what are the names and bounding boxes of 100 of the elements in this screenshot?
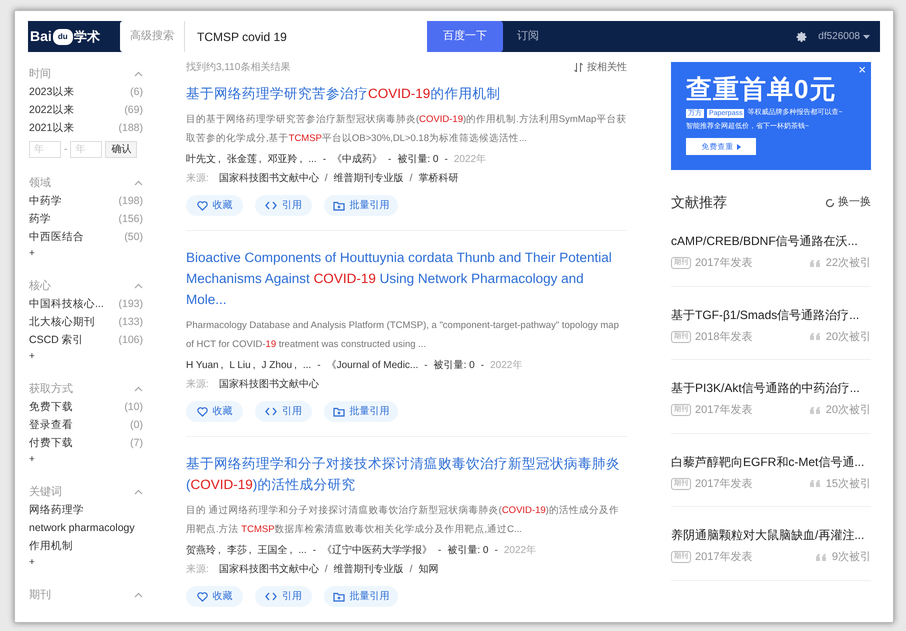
filter-option[interactable]: 2021以来 [29, 121, 74, 137]
filter-count: (10) [124, 400, 143, 416]
author-link[interactable]: 叶先文 [186, 152, 216, 167]
collapse-icon[interactable] [134, 592, 143, 598]
filter-option[interactable]: CSCD 索引 [29, 333, 84, 349]
close-button[interactable]: × [858, 63, 866, 77]
source-link[interactable]: 维普期刊专业版 [334, 171, 404, 186]
filter-option[interactable]: 网络药理学 [29, 503, 84, 519]
collapse-icon[interactable] [134, 71, 143, 77]
filter-option[interactable]: 登录查看 [29, 418, 73, 434]
quote-icon [810, 480, 820, 488]
author-link[interactable]: 邓亚羚 [268, 152, 298, 167]
quote-icon [810, 406, 820, 414]
citation-count: 被引量: 0 [434, 358, 475, 373]
filter-option[interactable]: 药学 [29, 212, 51, 228]
action-button[interactable]: 批量引用 [324, 401, 398, 422]
collapse-icon[interactable] [134, 180, 143, 186]
action-button[interactable]: 引用 [255, 586, 312, 607]
filter-option[interactable]: 付费下载 [29, 436, 73, 452]
recommendation-title[interactable]: 白藜芦醇靶向EGFR和c-Met信号通... [671, 454, 871, 470]
author-link[interactable]: 王国全 [258, 543, 288, 558]
collapse-icon[interactable] [134, 489, 143, 495]
author-link[interactable]: J Zhou [262, 358, 292, 373]
caret-icon[interactable] [863, 34, 870, 38]
collapse-icon[interactable] [134, 283, 143, 289]
author-ellipsis: ... [298, 544, 307, 558]
author-link[interactable]: 张金莲 [226, 152, 257, 167]
citation-count: 被引量: 0 [397, 152, 438, 167]
citation-count: 15次被引 [826, 476, 871, 492]
separator: , [252, 359, 256, 373]
author-link[interactable]: H Yuan [186, 358, 219, 373]
journal-link[interactable]: 《中成药》 [332, 152, 382, 167]
more-toggle[interactable]: + [29, 350, 35, 364]
source-label: 来源: [186, 378, 209, 392]
author-ellipsis: ... [308, 153, 317, 167]
collapse-icon[interactable] [134, 386, 143, 392]
source-link[interactable]: 维普期刊专业版 [334, 562, 404, 577]
filter-count: (50) [124, 230, 143, 246]
source-link[interactable]: 知网 [418, 562, 438, 577]
filter-option[interactable]: 作用机制 [29, 539, 73, 555]
code-icon [265, 592, 277, 601]
source-link[interactable]: 国家科技图书文献中心 [218, 171, 319, 186]
action-button[interactable]: 引用 [255, 401, 312, 422]
recommendation-title[interactable]: 养阴通脑颗粒对大鼠脑缺血/再灌注... [671, 527, 871, 543]
journal-link[interactable]: 《辽宁中医药大学学报》 [322, 543, 432, 558]
author-link[interactable]: 李莎 [226, 543, 247, 558]
result-title[interactable]: Bioactive Components of Houttuynia cordata Thunb and Their Potential Mechanisms Against COVID-19 Using Network Pharmacology and Mole... [186, 247, 627, 310]
publish-date: 2017年发表 [695, 476, 752, 492]
source-link[interactable]: 国家科技图书文献中心 [218, 377, 319, 392]
separator: , [258, 153, 262, 167]
action-button[interactable]: 批量引用 [324, 586, 398, 607]
settings-icon[interactable] [796, 30, 808, 42]
separator: / [324, 563, 328, 577]
search-button[interactable]: 百度一下 [427, 21, 503, 52]
action-button[interactable]: 收藏 [186, 401, 243, 422]
recommendation-title[interactable]: 基于TGF-β1/Smads信号通路治疗... [671, 306, 871, 322]
logo[interactable]: Bai du 学术 [28, 26, 120, 47]
source-link[interactable]: 国家科技图书文献中心 [218, 562, 319, 577]
more-toggle[interactable]: + [29, 556, 35, 570]
source-link[interactable]: 掌桥科研 [418, 171, 458, 186]
filter-count: (193) [118, 297, 143, 312]
separator: - [317, 359, 321, 373]
action-button[interactable]: 引用 [255, 195, 312, 216]
result-title[interactable]: 基于网络药理学和分子对接技术探讨清瘟败毒饮治疗新型冠状病毒肺炎(COVID-19)的活性成分研究 [186, 453, 627, 495]
heart-icon [196, 592, 208, 602]
recommendation-title[interactable]: cAMP/CREB/BDNF信号通路在沃... [671, 233, 871, 249]
author-link[interactable]: L Liu [229, 358, 251, 373]
journal-link[interactable]: 《Journal of Medic... [326, 358, 418, 373]
action-button[interactable]: 批量引用 [324, 195, 398, 216]
filter-option[interactable]: 中西医结合 [29, 230, 84, 246]
filter-heading: 核心 [29, 278, 51, 294]
filter-option[interactable]: 免费下载 [29, 400, 73, 416]
more-toggle[interactable]: + [29, 247, 35, 261]
author-link[interactable]: 贺燕玲 [186, 543, 216, 558]
subscribe-link[interactable]: 订阅 [517, 28, 539, 45]
code-icon [265, 201, 277, 210]
filter-option[interactable]: 2022以来 [29, 103, 74, 119]
filter-option[interactable]: network pharmacology [29, 521, 135, 537]
result-title[interactable]: 基于网络药理学研究苦参治疗COVID-19的作用机制 [186, 83, 627, 104]
quote-icon [810, 333, 820, 340]
filter-option[interactable]: 2023以来 [29, 85, 74, 101]
action-button[interactable]: 收藏 [186, 195, 243, 216]
filter-option[interactable]: 中药学 [29, 194, 62, 210]
search-field[interactable]: TCMSP covid 19 [184, 21, 427, 52]
folder-icon [332, 200, 344, 210]
sort-toggle[interactable]: 按相关性 [587, 60, 627, 75]
more-toggle[interactable]: + [29, 453, 35, 467]
author-ellipsis: ... [302, 359, 312, 373]
recommendation-title[interactable]: 基于PI3K/Akt信号通路的中药治疗... [671, 380, 871, 396]
citation-count: 20次被引 [826, 330, 871, 344]
username-menu[interactable]: df526008 [818, 29, 860, 44]
result-snippet: Pharmacology Database and Analysis Platform (TCMSP), a "component-target-pathway" topology map of HCT for COVID-19 treatment was constructed using ... [186, 319, 620, 352]
confirm-button[interactable]: 确认 [105, 141, 138, 158]
result-snippet: 目的 通过网络药理学和分子对接探讨清瘟败毒饮治疗新型冠状病毒肺炎(COVID-19)的活性成分及作用靶点.方法 TCMSP数据库检索清瘟败毒饮相关化学成分及作用靶点,通过C... [186, 504, 620, 537]
sort-icon[interactable] [574, 63, 583, 72]
refresh-button[interactable]: 换一换 [825, 194, 871, 211]
heart-icon [196, 200, 208, 210]
filter-option[interactable]: 中国科技核心... [29, 297, 104, 313]
filter-option[interactable]: 北大核心期刊 [29, 315, 95, 331]
action-button[interactable]: 收藏 [186, 586, 243, 607]
